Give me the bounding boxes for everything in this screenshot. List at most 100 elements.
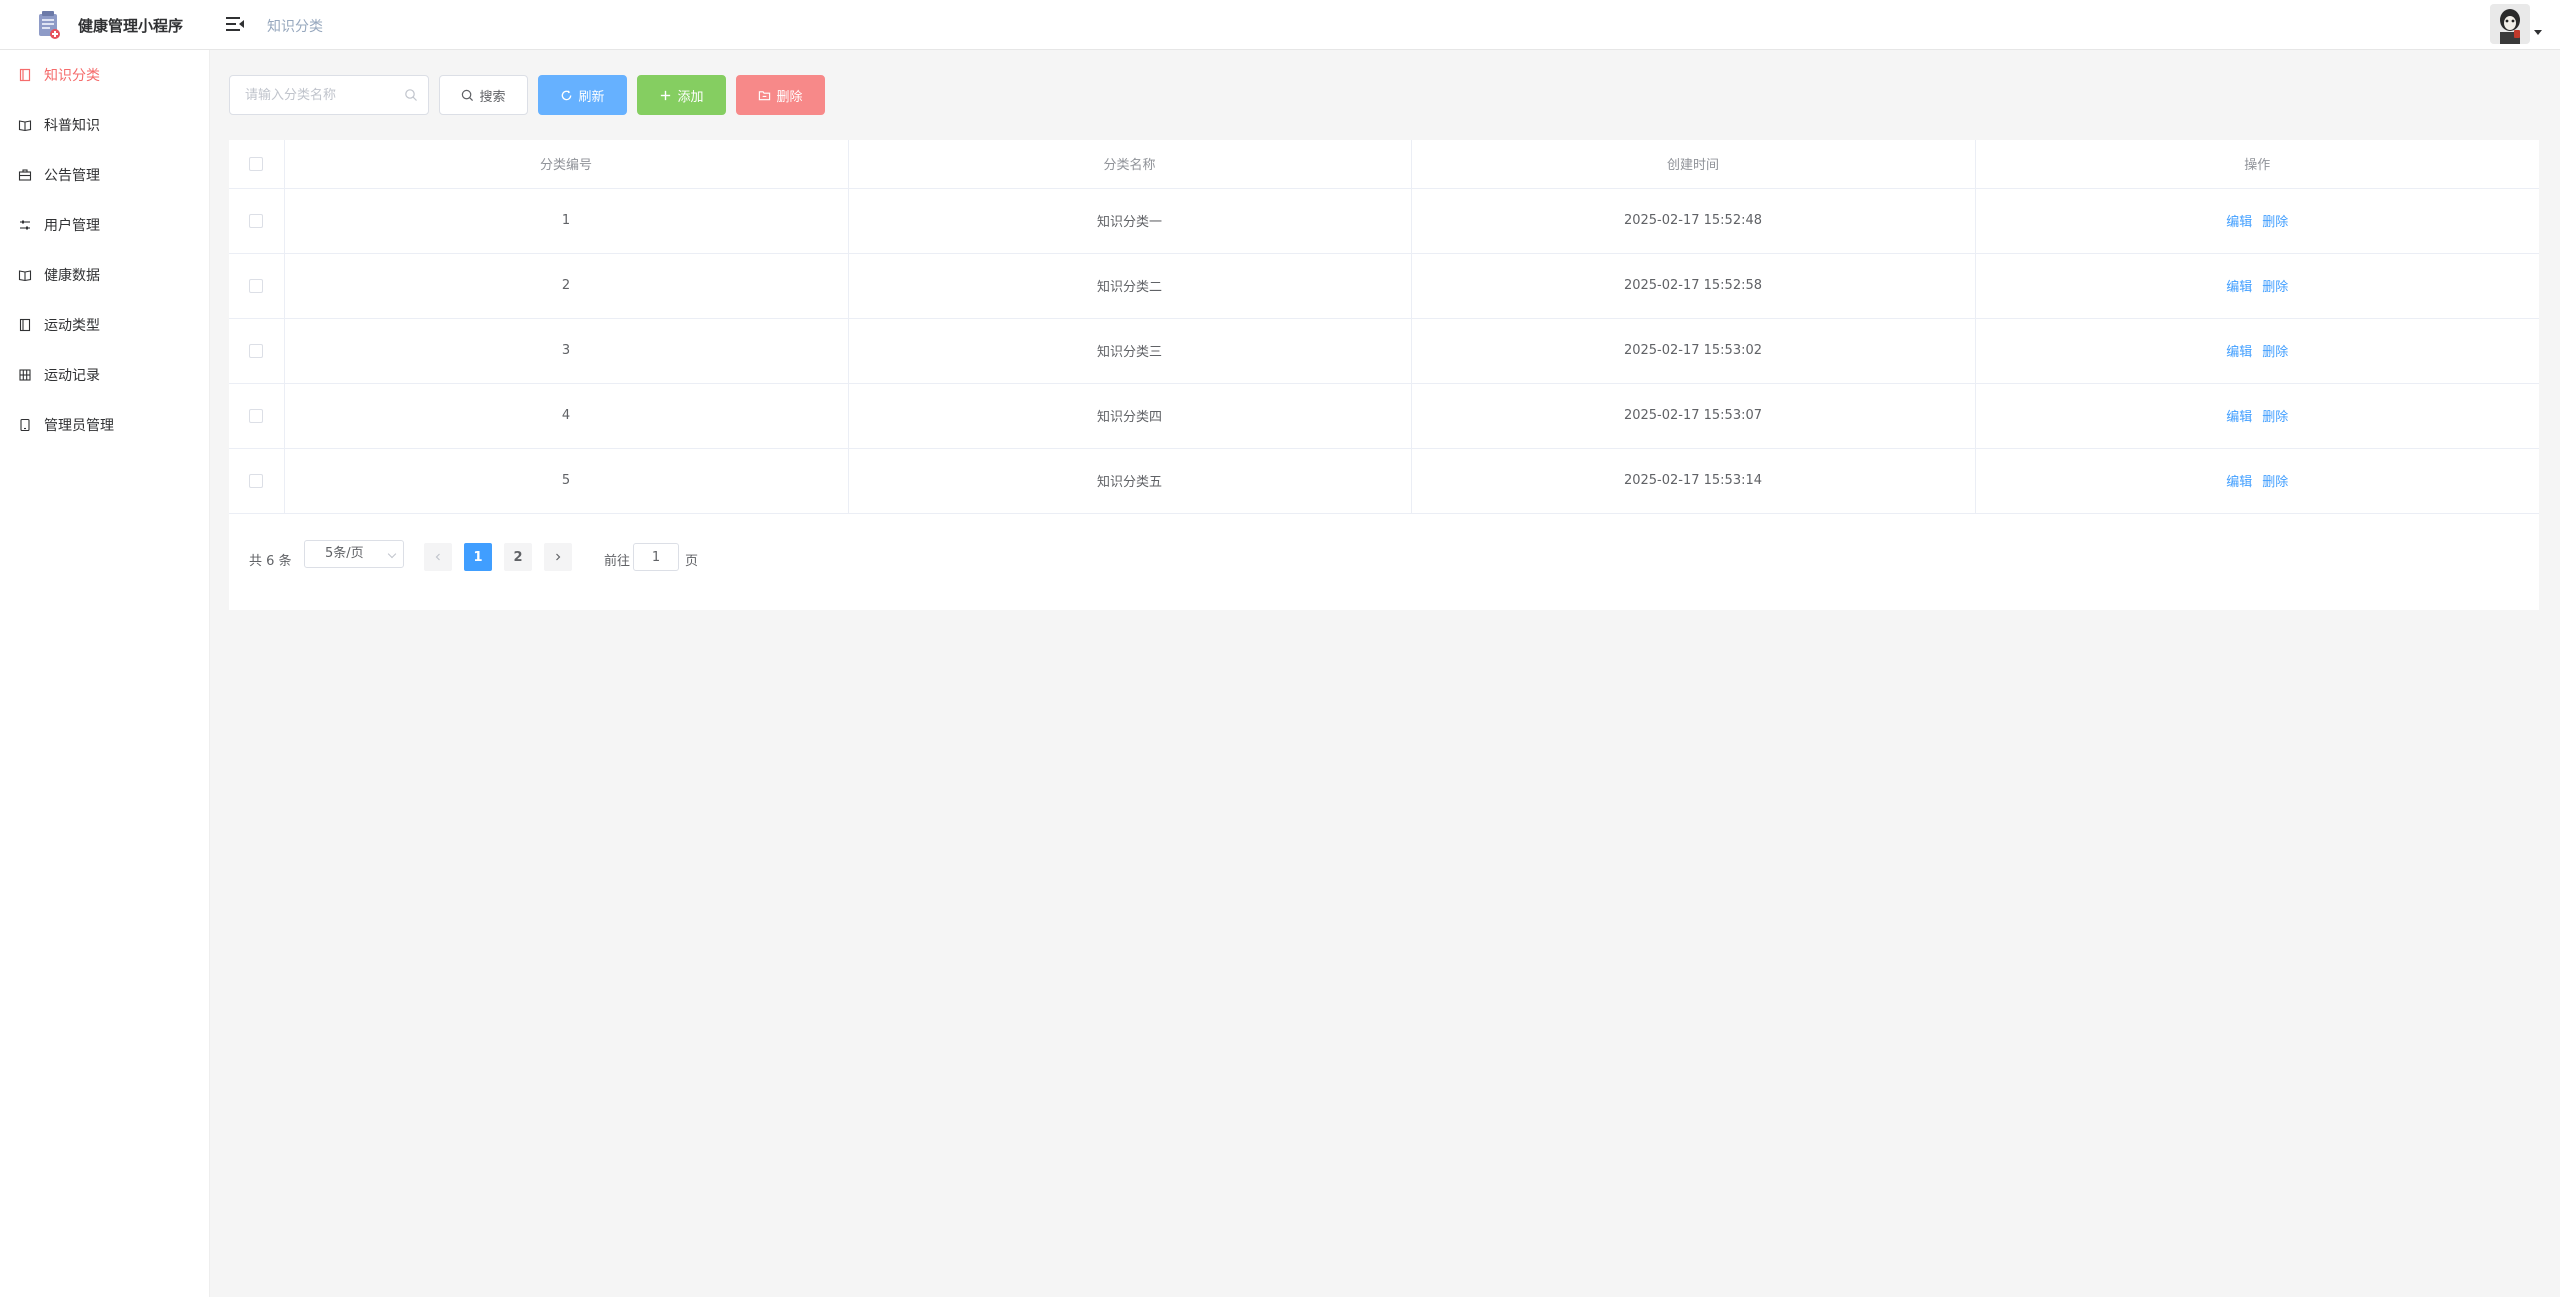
cell-actions: 编辑 删除 — [1975, 188, 2539, 254]
row-checkbox[interactable] — [249, 278, 264, 293]
document-icon — [19, 68, 31, 82]
cell-created: 2025-02-17 15:53:07 — [1411, 383, 1976, 449]
cell-created: 2025-02-17 15:52:48 — [1411, 188, 1976, 254]
table-row: 1 知识分类一 2025-02-17 15:52:48 编辑 删除 — [229, 188, 2539, 254]
column-header-created: 创建时间 — [1411, 140, 1976, 189]
sidebar-item-admin-management[interactable]: 管理员管理 — [0, 400, 210, 450]
cell-actions: 编辑 删除 — [1975, 318, 2539, 384]
search-input[interactable] — [229, 75, 429, 115]
edit-link[interactable]: 编辑 — [2226, 280, 2252, 295]
select-all-checkbox[interactable] — [249, 156, 264, 171]
tablet-icon — [20, 418, 30, 432]
cell-id: 3 — [284, 318, 849, 384]
delete-link[interactable]: 删除 — [2262, 345, 2288, 360]
add-button[interactable]: 添加 — [637, 75, 726, 115]
sidebar-item-knowledge-category[interactable]: 知识分类 — [0, 50, 210, 100]
refresh-button-label: 刷新 — [578, 89, 605, 105]
page-size-select[interactable]: 5条/页 — [304, 540, 404, 568]
table-row: 4 知识分类四 2025-02-17 15:53:07 编辑 删除 — [229, 383, 2539, 449]
table-card: 分类编号 分类名称 创建时间 操作 1 知识分类一 2025-02-17 15:… — [229, 140, 2539, 610]
row-checkbox[interactable] — [249, 343, 264, 358]
page-button-1[interactable]: 1 — [464, 543, 492, 571]
avatar-image-icon — [2490, 4, 2530, 44]
next-page-button[interactable] — [544, 543, 572, 571]
briefcase-icon — [18, 169, 32, 181]
cell-id: 2 — [284, 253, 849, 319]
row-checkbox[interactable] — [249, 473, 264, 488]
chevron-right-icon — [556, 553, 561, 561]
delete-link[interactable]: 删除 — [2262, 475, 2288, 490]
avatar-dropdown-caret-icon[interactable] — [2534, 30, 2542, 35]
column-header-name: 分类名称 — [848, 140, 1412, 189]
cell-created: 2025-02-17 15:53:14 — [1411, 448, 1976, 514]
sidebar-item-health-data[interactable]: 健康数据 — [0, 250, 210, 300]
search-icon — [405, 89, 417, 101]
cell-id: 4 — [284, 383, 849, 449]
batch-delete-button-label: 删除 — [776, 89, 803, 105]
chevron-down-icon — [387, 549, 397, 559]
sidebar-item-label: 用户管理 — [44, 218, 100, 234]
cell-name: 知识分类二 — [848, 253, 1412, 319]
delete-link[interactable]: 删除 — [2262, 410, 2288, 425]
cell-name: 知识分类一 — [848, 188, 1412, 254]
goto-suffix: 页 — [685, 554, 699, 569]
sidebar-item-label: 运动记录 — [44, 368, 100, 384]
page-size-value: 5条/页 — [325, 546, 364, 561]
page-button-2[interactable]: 2 — [504, 543, 532, 571]
cell-id: 5 — [284, 448, 849, 514]
edit-link[interactable]: 编辑 — [2226, 345, 2252, 360]
refresh-icon — [562, 89, 572, 100]
cell-actions: 编辑 删除 — [1975, 448, 2539, 514]
search-icon — [462, 89, 474, 101]
pagination-total: 共 6 条 — [249, 554, 292, 569]
folder-delete-icon — [759, 90, 771, 100]
sidebar-item-notice-management[interactable]: 公告管理 — [0, 150, 210, 200]
sidebar-item-label: 管理员管理 — [44, 418, 114, 434]
sidebar-item-label: 运动类型 — [44, 318, 100, 334]
goto-page-input[interactable] — [633, 543, 679, 571]
edit-link[interactable]: 编辑 — [2226, 215, 2252, 230]
sidebar-item-science-knowledge[interactable]: 科普知识 — [0, 100, 210, 150]
delete-link[interactable]: 删除 — [2262, 280, 2288, 295]
table-row: 5 知识分类五 2025-02-17 15:53:14 编辑 删除 — [229, 448, 2539, 514]
sidebar: 知识分类 科普知识 公告管理 用户管理 健康数据 运动类型 运动记录 管理员管理 — [0, 50, 210, 1297]
breadcrumb[interactable]: 知识分类 — [267, 16, 323, 36]
book-icon — [18, 120, 32, 132]
chevron-left-icon — [435, 553, 440, 561]
column-header-id: 分类编号 — [284, 140, 849, 189]
table-header-row: 分类编号 分类名称 创建时间 操作 — [229, 140, 2539, 189]
sidebar-item-exercise-type[interactable]: 运动类型 — [0, 300, 210, 350]
top-header: 健康管理小程序 知识分类 — [0, 0, 2560, 50]
sidebar-item-user-management[interactable]: 用户管理 — [0, 200, 210, 250]
row-checkbox[interactable] — [249, 408, 264, 423]
sidebar-item-exercise-record[interactable]: 运动记录 — [0, 350, 210, 400]
cell-actions: 编辑 删除 — [1975, 253, 2539, 319]
prev-page-button[interactable] — [424, 543, 452, 571]
cell-created: 2025-02-17 15:52:58 — [1411, 253, 1976, 319]
sidebar-item-label: 健康数据 — [44, 268, 100, 284]
category-table: 分类编号 分类名称 创建时间 操作 1 知识分类一 2025-02-17 15:… — [229, 140, 2539, 514]
cell-name: 知识分类三 — [848, 318, 1412, 384]
avatar[interactable] — [2490, 4, 2530, 44]
grid-icon — [19, 369, 31, 381]
search-button[interactable]: 搜索 — [439, 75, 528, 115]
delete-link[interactable]: 删除 — [2262, 215, 2288, 230]
logo-icon — [39, 11, 60, 39]
goto-label: 前往 — [604, 554, 631, 569]
menu-fold-icon[interactable] — [224, 14, 246, 34]
sidebar-item-label: 科普知识 — [44, 118, 100, 134]
edit-link[interactable]: 编辑 — [2226, 475, 2252, 490]
cell-name: 知识分类四 — [848, 383, 1412, 449]
column-header-actions: 操作 — [1975, 140, 2539, 189]
edit-link[interactable]: 编辑 — [2226, 410, 2252, 425]
sidebar-item-label: 知识分类 — [44, 68, 100, 84]
refresh-button[interactable]: 刷新 — [538, 75, 627, 115]
cell-created: 2025-02-17 15:53:02 — [1411, 318, 1976, 384]
row-checkbox[interactable] — [249, 213, 264, 228]
search-button-label: 搜索 — [479, 89, 506, 105]
app-title: 健康管理小程序 — [78, 17, 184, 35]
sliders-icon — [20, 220, 30, 230]
cell-actions: 编辑 删除 — [1975, 383, 2539, 449]
batch-delete-button[interactable]: 删除 — [736, 75, 825, 115]
table-row: 2 知识分类二 2025-02-17 15:52:58 编辑 删除 — [229, 253, 2539, 319]
